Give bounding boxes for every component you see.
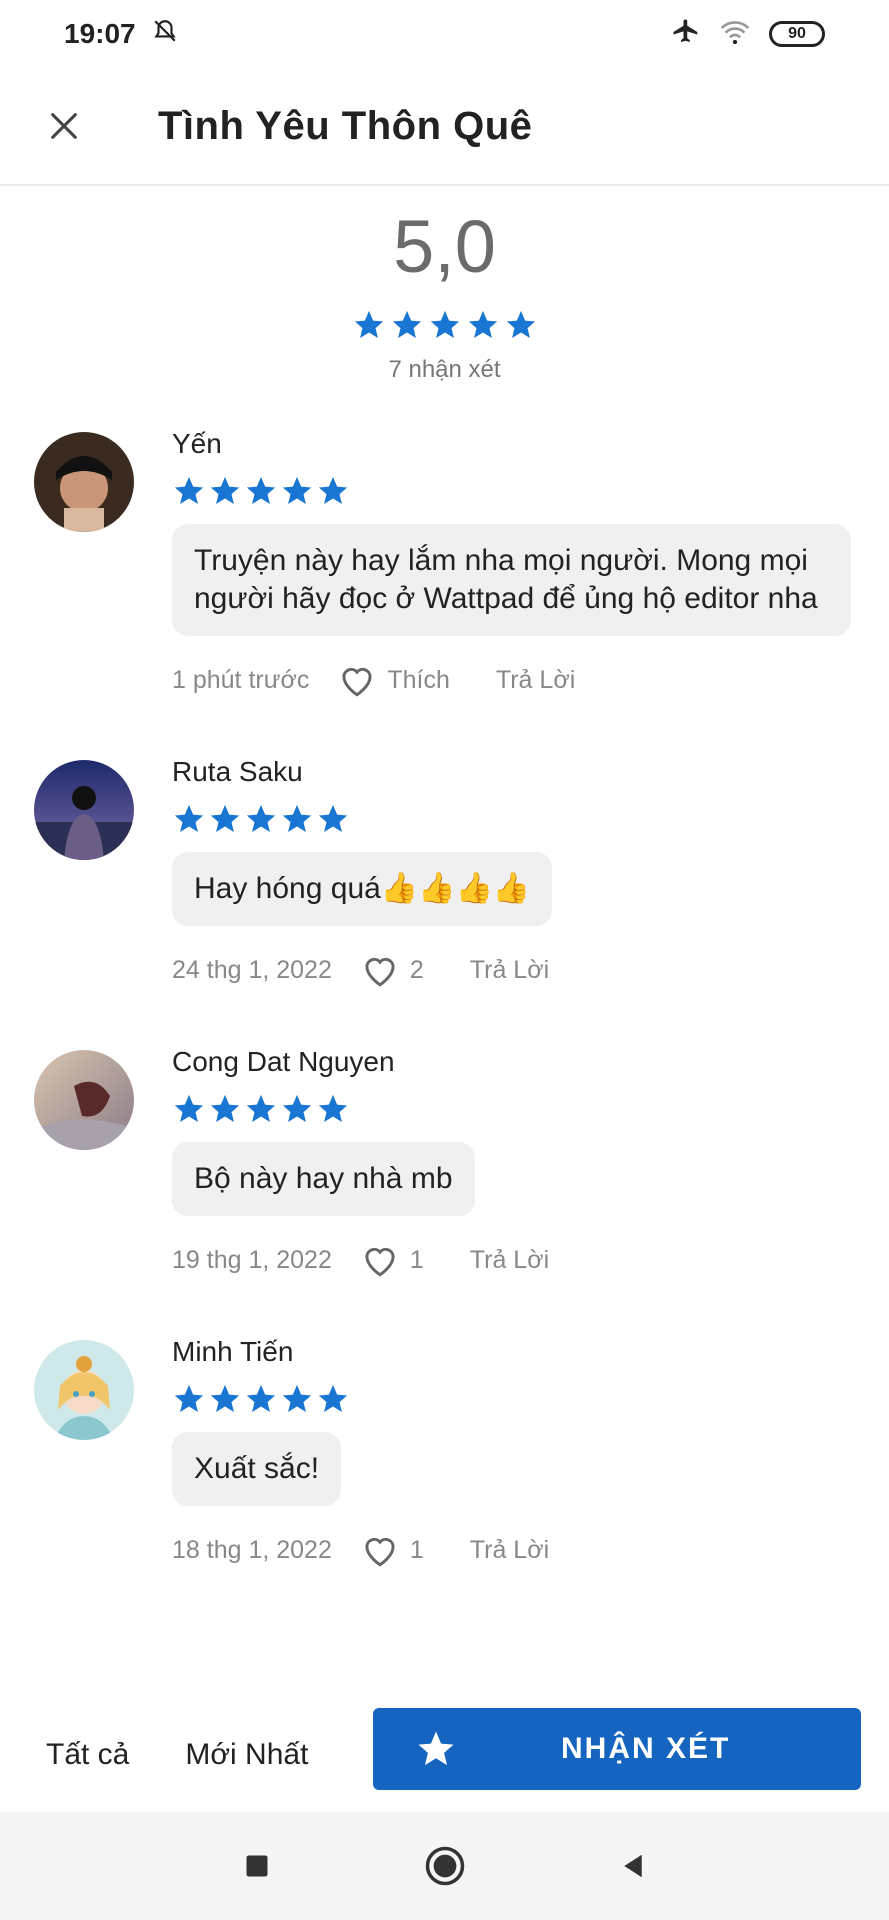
reviewer-name: Cong Dat Nguyen <box>172 1046 395 1077</box>
like-button[interactable]: 1 <box>360 1532 424 1568</box>
like-button[interactable]: Thích <box>337 662 450 698</box>
review-meta: 1 phút trước Thích Trả Lời <box>172 662 851 698</box>
review-stars <box>172 1092 851 1126</box>
review-text: Hay hóng quá👍👍👍👍 <box>172 852 553 926</box>
star-icon <box>282 804 312 833</box>
star-icon <box>246 476 276 505</box>
like-label: Thích <box>387 665 450 694</box>
like-button[interactable]: 2 <box>360 952 424 988</box>
battery-icon: 90 <box>769 21 825 47</box>
bell-off-icon <box>152 18 178 51</box>
star-icon <box>282 476 312 505</box>
heart-icon <box>365 1247 395 1277</box>
review-item: Minh Tiến Xuất sắc! 18 thg 1, 2022 1 Trả… <box>0 1336 889 1568</box>
like-count: 2 <box>409 955 424 984</box>
star-icon <box>354 310 383 339</box>
star-icon <box>318 1384 348 1413</box>
average-score: 5,0 <box>393 205 496 288</box>
reply-button[interactable]: Trả Lời <box>470 1536 549 1565</box>
heart-icon <box>365 957 395 987</box>
star-icon <box>318 804 348 833</box>
star-icon <box>418 1731 454 1766</box>
summary-stars <box>0 308 889 342</box>
like-count: 1 <box>409 1535 424 1564</box>
star-icon <box>282 1094 312 1123</box>
reply-button[interactable]: Trả Lời <box>496 666 575 695</box>
write-review-button[interactable]: NHẬN XÉT <box>373 1708 861 1790</box>
review-meta: 18 thg 1, 2022 1 Trả Lời <box>172 1532 851 1568</box>
review-date: 1 phút trước <box>172 665 310 694</box>
reply-button[interactable]: Trả Lời <box>470 1246 549 1275</box>
back-button[interactable] <box>609 1842 657 1890</box>
star-icon <box>174 1384 204 1413</box>
star-icon <box>392 310 421 339</box>
like-button[interactable]: 1 <box>360 1242 424 1278</box>
reviewer-name: Minh Tiến <box>172 1336 294 1367</box>
review-date: 24 thg 1, 2022 <box>172 955 332 984</box>
star-icon <box>246 1094 276 1123</box>
page-title: Tình Yêu Thôn Quê <box>158 103 533 148</box>
app-bar: Tình Yêu Thôn Quê <box>0 68 889 186</box>
review-meta: 19 thg 1, 2022 1 Trả Lời <box>172 1242 851 1278</box>
close-button[interactable] <box>34 96 94 156</box>
review-meta: 24 thg 1, 2022 2 Trả Lời <box>172 952 851 988</box>
avatar[interactable] <box>34 432 134 532</box>
star-icon <box>210 1384 240 1413</box>
review-stars <box>172 474 851 508</box>
avatar[interactable] <box>34 1050 134 1150</box>
recent-apps-button[interactable] <box>233 1842 281 1890</box>
filter-newest-button[interactable]: Mới Nhất <box>185 1738 308 1772</box>
star-icon <box>430 310 459 339</box>
like-count: 1 <box>409 1245 424 1274</box>
star-icon <box>210 1094 240 1123</box>
review-item: Yến Truyện này hay lắm nha mọi người. Mo… <box>0 428 889 698</box>
review-count: 7 nhận xét <box>388 356 501 383</box>
review-text: Xuất sắc! <box>172 1432 342 1506</box>
star-icon <box>174 1094 204 1123</box>
heart-icon <box>342 667 372 697</box>
status-right: 90 <box>671 17 825 52</box>
star-icon <box>506 310 535 339</box>
airplane-icon <box>671 17 701 52</box>
star-icon <box>468 310 497 339</box>
star-icon <box>210 476 240 505</box>
status-time: 19:07 <box>64 18 136 49</box>
review-list: Yến Truyện này hay lắm nha mọi người. Mo… <box>0 428 889 1626</box>
rating-summary: 5,0 7 nhận xét <box>0 210 889 384</box>
review-text: Truyện này hay lắm nha mọi người. Mong m… <box>172 524 851 636</box>
reviewer-name: Yến <box>172 428 222 459</box>
status-bar: 19:07 90 <box>0 0 889 68</box>
reviewer-name: Ruta Saku <box>172 756 303 787</box>
review-item: Cong Dat Nguyen Bộ này hay nhà mb 19 thg… <box>0 1046 889 1278</box>
star-icon <box>318 1094 348 1123</box>
star-icon <box>318 476 348 505</box>
status-left: 19:07 <box>64 18 178 51</box>
star-icon <box>174 476 204 505</box>
reply-button[interactable]: Trả Lời <box>470 956 549 985</box>
write-review-label: NHẬN XÉT <box>561 1732 731 1765</box>
star-icon <box>282 1384 312 1413</box>
bottom-action-bar: Tất cả Mới Nhất NHẬN XÉT <box>0 1700 889 1810</box>
review-stars <box>172 1382 851 1416</box>
filter-all-button[interactable]: Tất cả <box>46 1738 129 1772</box>
avatar[interactable] <box>34 1340 134 1440</box>
review-stars <box>172 802 851 836</box>
system-navigation-bar <box>0 1812 889 1920</box>
heart-icon <box>365 1537 395 1567</box>
star-icon <box>210 804 240 833</box>
review-date: 18 thg 1, 2022 <box>172 1535 332 1564</box>
star-icon <box>246 1384 276 1413</box>
review-text: Bộ này hay nhà mb <box>172 1142 475 1216</box>
wifi-icon <box>719 18 751 51</box>
star-icon <box>174 804 204 833</box>
close-icon <box>51 113 77 139</box>
review-item: Ruta Saku Hay hóng quá👍👍👍👍 24 thg 1, 202… <box>0 756 889 988</box>
home-button[interactable] <box>421 1842 469 1890</box>
review-date: 19 thg 1, 2022 <box>172 1245 332 1274</box>
home-circle-icon <box>425 1846 464 1886</box>
square-icon <box>246 1855 267 1877</box>
back-triangle-icon <box>623 1854 642 1878</box>
avatar[interactable] <box>34 760 134 860</box>
star-icon <box>246 804 276 833</box>
